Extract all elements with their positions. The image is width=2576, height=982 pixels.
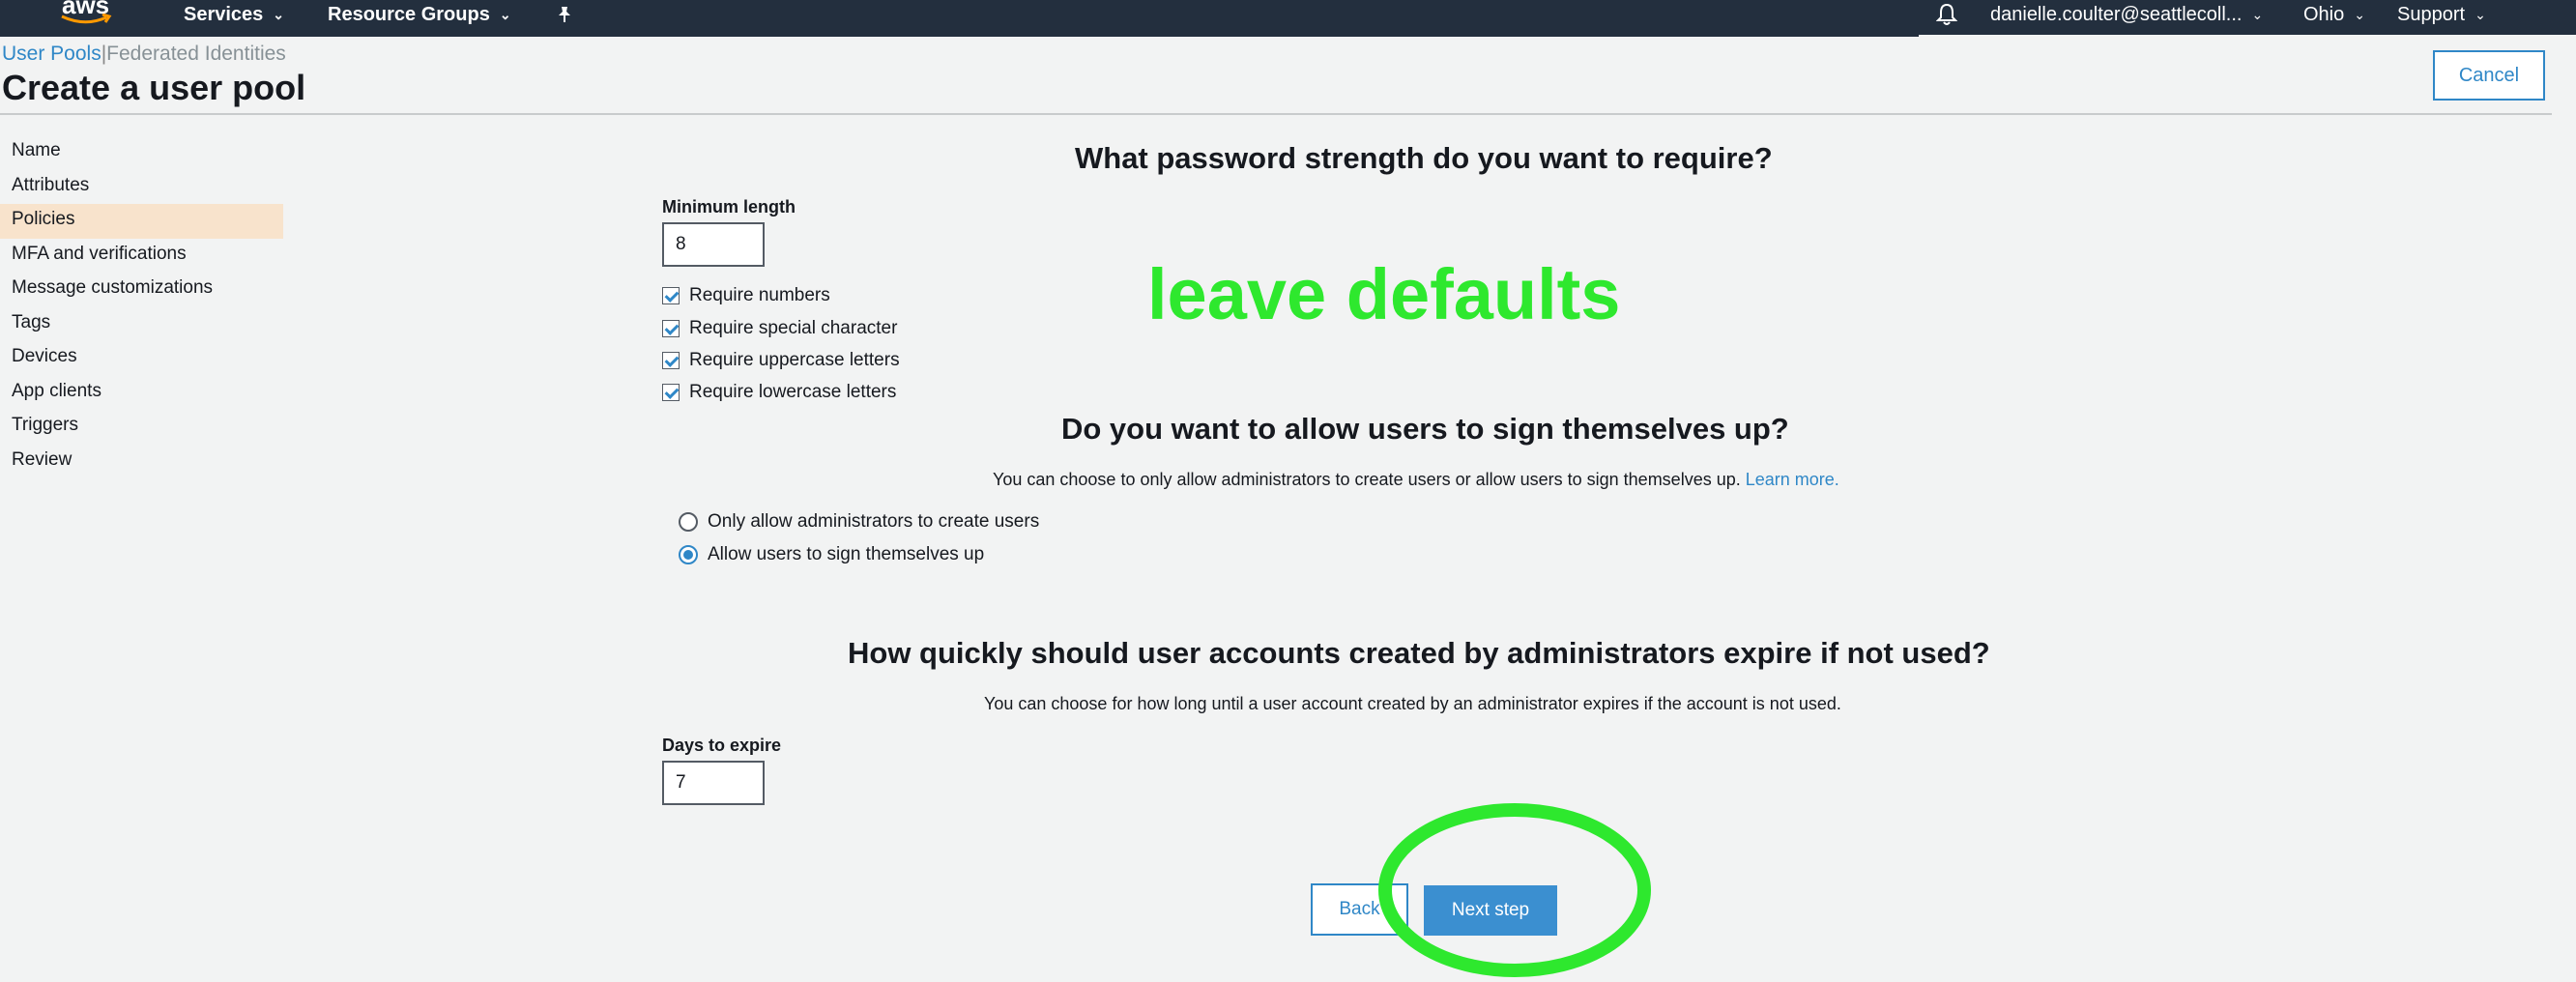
pin-icon	[559, 7, 570, 22]
checkbox-checked-icon	[662, 384, 680, 401]
signup-description-text: You can choose to only allow administrat…	[993, 470, 1741, 489]
chevron-down-icon: ⌄	[273, 7, 285, 22]
checkbox-checked-icon	[662, 287, 680, 304]
support-menu[interactable]: Support ⌄	[2397, 0, 2486, 29]
expire-description: You can choose for how long until a user…	[984, 694, 1841, 713]
password-strength-heading: What password strength do you want to re…	[1075, 141, 1773, 175]
learn-more-link[interactable]: Learn more.	[1746, 470, 1839, 489]
tab-federated-identities[interactable]: Federated Identities	[106, 43, 286, 65]
sidebar-item-policies[interactable]: Policies	[0, 204, 283, 239]
require-lowercase-checkbox[interactable]: Require lowercase letters	[662, 382, 896, 403]
require-numbers-checkbox[interactable]: Require numbers	[662, 285, 830, 306]
days-to-expire-input[interactable]	[662, 761, 765, 805]
require-numbers-label: Require numbers	[689, 285, 830, 305]
minimum-length-label: Minimum length	[662, 197, 796, 217]
signup-heading: Do you want to allow users to sign thems…	[1061, 412, 1789, 446]
annotation-leave-defaults: leave defaults	[1147, 254, 1621, 334]
region-menu[interactable]: Ohio ⌄	[2303, 0, 2365, 29]
top-nav-bar: aws Services ⌄ Resource Groups ⌄ daniell…	[0, 0, 2576, 37]
require-special-character-checkbox[interactable]: Require special character	[662, 318, 897, 339]
tab-user-pools[interactable]: User Pools	[2, 43, 101, 65]
header-divider	[0, 113, 2552, 115]
radio-allow-self-signup-label: Allow users to sign themselves up	[708, 544, 985, 564]
account-label: danielle.coulter@seattlecoll...	[1990, 4, 2243, 25]
bell-icon	[1936, 3, 1957, 25]
region-label: Ohio	[2303, 4, 2345, 25]
chevron-down-icon: ⌄	[2251, 7, 2264, 22]
page-title: Create a user pool	[2, 68, 306, 107]
radio-admin-only-label: Only allow administrators to create user…	[708, 511, 1040, 532]
support-label: Support	[2397, 4, 2466, 25]
nav-divider	[1919, 35, 2576, 37]
sidebar-item-tags[interactable]: Tags	[0, 307, 283, 342]
sidebar-item-name[interactable]: Name	[0, 135, 283, 170]
checkbox-checked-icon	[662, 352, 680, 369]
sidebar-item-mfa[interactable]: MFA and verifications	[0, 239, 283, 274]
sidebar-item-devices[interactable]: Devices	[0, 341, 283, 376]
sidebar-item-review[interactable]: Review	[0, 445, 283, 479]
require-uppercase-label: Require uppercase letters	[689, 350, 900, 370]
services-label: Services	[184, 4, 264, 25]
sidebar-item-triggers[interactable]: Triggers	[0, 410, 283, 445]
wizard-steps-sidebar: Name Attributes Policies MFA and verific…	[0, 135, 283, 478]
minimum-length-input[interactable]	[662, 222, 765, 267]
pin-button[interactable]	[557, 0, 572, 29]
resource-groups-label: Resource Groups	[328, 4, 490, 25]
service-tabs: User Pools|Federated Identities	[2, 43, 286, 66]
radio-admin-only[interactable]: Only allow administrators to create user…	[679, 511, 1039, 533]
sidebar-item-message-customizations[interactable]: Message customizations	[0, 273, 283, 307]
cancel-button[interactable]: Cancel	[2433, 50, 2545, 101]
require-special-character-label: Require special character	[689, 318, 898, 338]
radio-unselected-icon	[679, 512, 698, 532]
chevron-down-icon: ⌄	[2475, 7, 2486, 22]
signup-description: You can choose to only allow administrat…	[993, 470, 1839, 490]
aws-logo[interactable]: aws	[58, 0, 116, 29]
require-uppercase-checkbox[interactable]: Require uppercase letters	[662, 350, 900, 371]
radio-selected-icon	[679, 545, 698, 564]
checkbox-checked-icon	[662, 320, 680, 337]
sidebar-item-attributes[interactable]: Attributes	[0, 170, 283, 205]
account-menu[interactable]: danielle.coulter@seattlecoll... ⌄	[1990, 0, 2263, 29]
days-to-expire-label: Days to expire	[662, 736, 782, 755]
chevron-down-icon: ⌄	[2354, 7, 2365, 22]
require-lowercase-label: Require lowercase letters	[689, 382, 897, 402]
annotation-circle	[1378, 803, 1651, 977]
resource-groups-menu[interactable]: Resource Groups ⌄	[328, 0, 511, 29]
aws-smile-icon	[61, 14, 112, 24]
sidebar-item-app-clients[interactable]: App clients	[0, 376, 283, 411]
notifications-button[interactable]	[1936, 0, 1957, 29]
expire-heading: How quickly should user accounts created…	[848, 636, 1990, 670]
chevron-down-icon: ⌄	[499, 7, 511, 22]
radio-allow-self-signup[interactable]: Allow users to sign themselves up	[679, 544, 984, 565]
services-menu[interactable]: Services ⌄	[184, 0, 284, 29]
